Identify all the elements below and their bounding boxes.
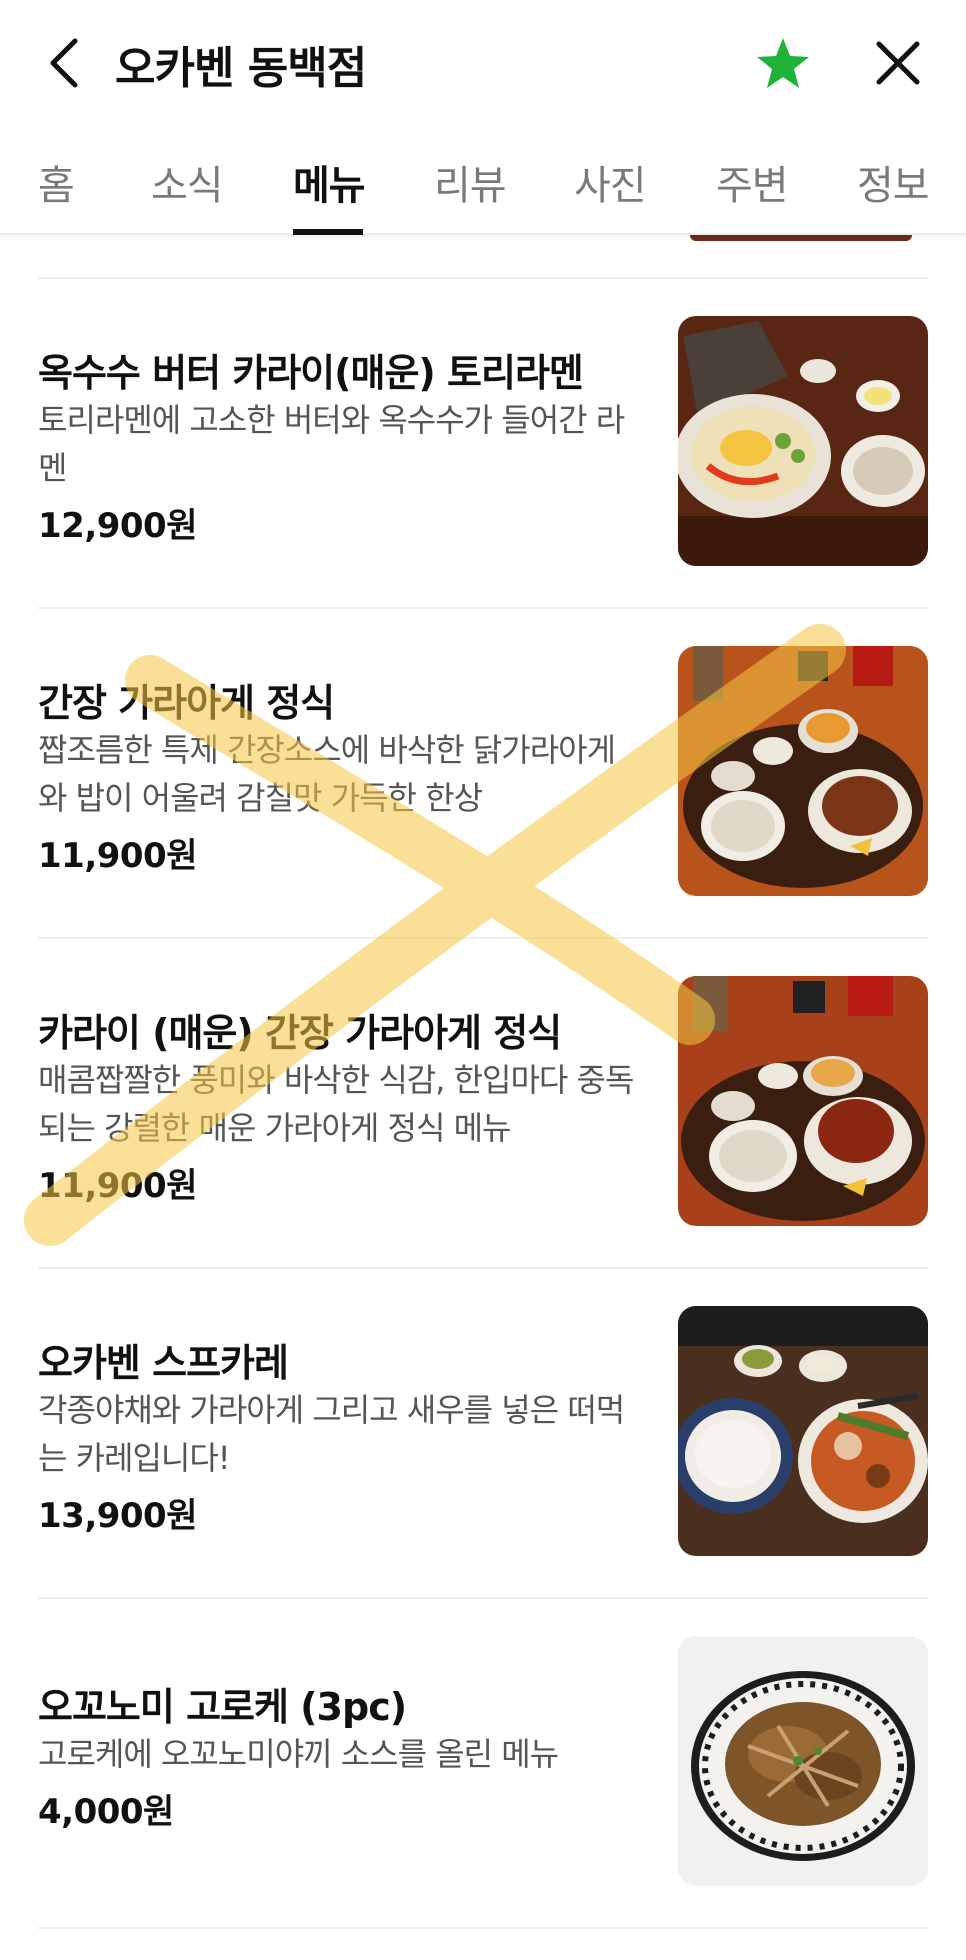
top-bar: 오카벤 동백점 (0, 0, 966, 125)
menu-item[interactable]: 오꼬노미 고로케 (3pc) 고로케에 오꼬노미야끼 소스를 올린 메뉴 4,0… (0, 1598, 966, 1928)
menu-item[interactable]: 카라이 (매운) 간장 가라아게 정식 매콤짭짤한 풍미와 바삭한 식감, 한입… (0, 938, 966, 1268)
menu-item[interactable]: 오카벤 스프카레 각종야채와 가라아게 그리고 새우를 넣은 떠먹는 카레입니다… (0, 1268, 966, 1598)
menu-item-photo (678, 1636, 928, 1886)
menu-item-price: 11,900원 (38, 1166, 197, 1206)
tab-nearby[interactable]: 주변 (716, 153, 789, 211)
tab-bar: 홈 소식 메뉴 리뷰 사진 주변 정보 (0, 125, 966, 235)
menu-item-description: 짭조름한 특제 간장소스에 바삭한 닭가라아게와 밥이 어울려 감칠맛 가득한 … (38, 731, 616, 817)
close-icon (876, 41, 920, 85)
menu-item-name: 카라이 (매운) 간장 가라아게 정식 (38, 1011, 562, 1055)
menu-item-description: 매콤짭짤한 풍미와 바삭한 식감, 한입마다 중독되는 강렬한 매운 가라아게 … (38, 1061, 634, 1147)
menu-item-photo (678, 646, 928, 896)
menu-item-price: 4,000원 (38, 1792, 174, 1832)
back-button[interactable] (30, 22, 100, 104)
close-button[interactable] (863, 28, 933, 98)
menu-item[interactable]: 옥수수 버터 카라이(매운) 토리라멘 토리라멘에 고소한 버터와 옥수수가 들… (0, 278, 966, 608)
favorite-button[interactable] (748, 30, 818, 96)
menu-item-photo (678, 316, 928, 566)
tab-info[interactable]: 정보 (857, 153, 930, 211)
star-icon (757, 38, 809, 88)
menu-item-photo (678, 1306, 928, 1556)
previous-item-thumbnail (690, 235, 912, 241)
menu-item[interactable]: 간장 가라아게 정식 짭조름한 특제 간장소스에 바삭한 닭가라아게와 밥이 어… (0, 608, 966, 938)
menu-item-name: 오꼬노미 고로케 (3pc) (38, 1685, 407, 1729)
tab-news[interactable]: 소식 (151, 153, 224, 211)
tab-menu[interactable]: 메뉴 (293, 153, 366, 211)
active-tab-indicator (293, 229, 363, 235)
page-title: 오카벤 동백점 (115, 43, 367, 94)
tab-photos[interactable]: 사진 (574, 153, 647, 211)
menu-list[interactable]: 옥수수 버터 카라이(매운) 토리라멘 토리라멘에 고소한 버터와 옥수수가 들… (0, 235, 966, 1960)
divider (38, 1927, 928, 1929)
tab-reviews[interactable]: 리뷰 (434, 153, 507, 211)
menu-item-photo (678, 976, 928, 1226)
menu-item-description: 토리라멘에 고소한 버터와 옥수수가 들어간 라멘 (38, 401, 625, 487)
menu-item-name: 옥수수 버터 카라이(매운) 토리라멘 (38, 351, 584, 395)
menu-item-price: 13,900원 (38, 1496, 197, 1536)
menu-item-name: 오카벤 스프카레 (38, 1341, 289, 1385)
chevron-left-icon (50, 38, 78, 88)
menu-item-price: 11,900원 (38, 836, 197, 876)
menu-item-description: 고로케에 오꼬노미야끼 소스를 올린 메뉴 (38, 1735, 559, 1773)
tab-home[interactable]: 홈 (38, 153, 75, 211)
menu-item-description: 각종야채와 가라아게 그리고 새우를 넣은 떠먹는 카레입니다! (38, 1391, 625, 1477)
menu-item-price: 12,900원 (38, 506, 197, 546)
menu-item-name: 간장 가라아게 정식 (38, 681, 335, 725)
